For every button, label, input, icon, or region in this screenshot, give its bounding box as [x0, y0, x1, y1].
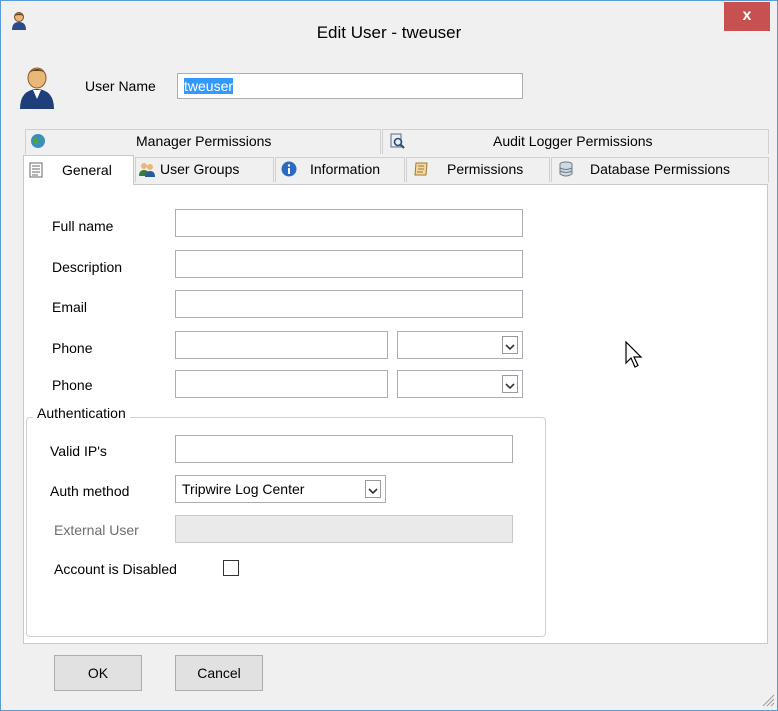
- description-field[interactable]: [175, 250, 523, 278]
- username-input[interactable]: tweuser: [177, 73, 523, 99]
- tab-label: Information: [310, 161, 381, 177]
- tab-user-groups[interactable]: User Groups: [135, 157, 274, 182]
- globe-icon: [31, 134, 45, 148]
- tab-label: User Groups: [160, 161, 240, 177]
- tab-row-bottom: General User Groups Information Permissi…: [23, 155, 769, 185]
- tab-audit-logger-permissions[interactable]: Audit Logger Permissions: [382, 129, 769, 154]
- valid-ips-field[interactable]: [175, 435, 513, 463]
- account-disabled-label: Account is Disabled: [54, 561, 177, 577]
- scroll-icon: [414, 162, 428, 176]
- tab-label: Audit Logger Permissions: [493, 133, 653, 149]
- account-disabled-checkbox[interactable]: [223, 560, 239, 576]
- valid-ips-label: Valid IP's: [50, 443, 107, 459]
- tab-information[interactable]: Information: [275, 157, 405, 182]
- edit-user-dialog: Edit User - tweuser x User Name tweuser …: [0, 0, 778, 711]
- phone1-label: Phone: [52, 340, 93, 356]
- username-value: tweuser: [184, 78, 234, 94]
- phone2-label: Phone: [52, 377, 93, 393]
- resize-grip-icon[interactable]: [759, 691, 775, 707]
- phone1-type-dropdown[interactable]: [397, 331, 523, 359]
- phone1-field[interactable]: [175, 331, 388, 359]
- database-icon: [559, 161, 573, 177]
- tab-database-permissions[interactable]: Database Permissions: [551, 157, 769, 182]
- tab-label: General: [62, 162, 112, 178]
- external-user-field: [175, 515, 513, 543]
- phone2-type-dropdown[interactable]: [397, 370, 523, 398]
- tab-label: Permissions: [447, 161, 524, 177]
- chevron-down-icon[interactable]: [365, 480, 381, 498]
- window-title: Edit User - tweuser: [316, 23, 462, 42]
- mouse-cursor-icon: [625, 341, 643, 368]
- title-bar[interactable]: Edit User - tweuser x: [1, 1, 777, 62]
- info-icon: [281, 161, 297, 177]
- phone2-field[interactable]: [175, 370, 388, 398]
- auth-method-label: Auth method: [50, 483, 130, 499]
- tab-general[interactable]: General: [23, 155, 134, 185]
- username-label: User Name: [85, 78, 156, 94]
- tab-label: Manager Permissions: [136, 133, 272, 149]
- user-avatar-icon: [20, 67, 54, 109]
- ok-button[interactable]: OK: [54, 655, 142, 691]
- full-name-label: Full name: [52, 218, 114, 234]
- tab-permissions[interactable]: Permissions: [406, 157, 550, 182]
- document-icon: [29, 162, 43, 178]
- chevron-down-icon[interactable]: [502, 336, 518, 354]
- cancel-button[interactable]: Cancel: [175, 655, 263, 691]
- tab-manager-permissions[interactable]: Manager Permissions: [25, 129, 381, 154]
- email-field[interactable]: [175, 290, 523, 318]
- users-icon: [139, 163, 155, 177]
- auth-method-dropdown[interactable]: Tripwire Log Center: [175, 475, 386, 503]
- document-search-icon: [390, 133, 405, 149]
- authentication-legend: Authentication: [33, 405, 130, 421]
- chevron-down-icon[interactable]: [502, 375, 518, 393]
- tab-row-top: Manager Permissions Audit Logger Permiss…: [25, 129, 769, 154]
- external-user-label: External User: [54, 522, 139, 538]
- email-label: Email: [52, 299, 88, 315]
- description-label: Description: [52, 259, 123, 275]
- tab-label: Database Permissions: [590, 161, 731, 177]
- full-name-field[interactable]: [175, 209, 523, 237]
- close-button[interactable]: x: [724, 2, 770, 31]
- auth-method-value: Tripwire Log Center: [182, 481, 305, 497]
